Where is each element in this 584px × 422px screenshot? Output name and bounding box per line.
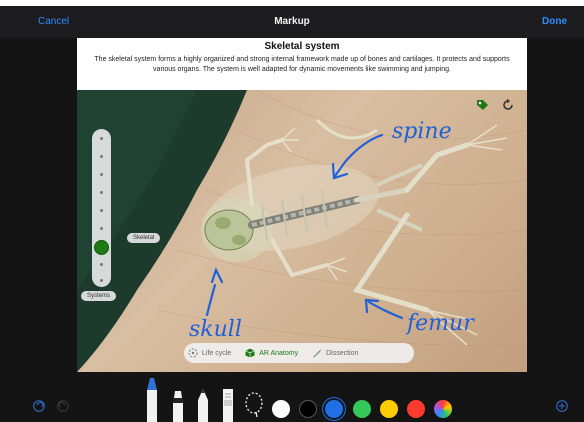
add-icon[interactable]: [556, 400, 568, 412]
segment-life-cycle[interactable]: Life cycle: [188, 348, 231, 358]
femur-annotation: femur: [405, 311, 475, 336]
eraser-tool[interactable]: [221, 388, 235, 422]
spine-annotation: spine: [392, 119, 452, 144]
slider-bottom-label: Systems: [81, 291, 117, 301]
marker-tool[interactable]: [171, 390, 185, 422]
slider-stop[interactable]: [100, 209, 103, 212]
color-yellow[interactable]: [380, 400, 398, 418]
segment-ar-anatomy[interactable]: AR Anatomy: [245, 348, 298, 358]
segment-dissection[interactable]: Dissection: [312, 348, 358, 358]
lasso-tool[interactable]: [244, 392, 264, 418]
nav-title: Markup: [274, 16, 310, 27]
ar-photo: spine skull femur Skeletal Systems Life …: [77, 90, 527, 372]
slider-stop[interactable]: [100, 191, 103, 194]
slider-stop[interactable]: [100, 279, 103, 282]
color-black[interactable]: [299, 400, 317, 418]
color-red[interactable]: [407, 400, 425, 418]
undo-icon[interactable]: [33, 400, 45, 412]
slider-stop[interactable]: [100, 227, 103, 230]
segment-label: Life cycle: [202, 349, 232, 357]
markup-document[interactable]: Skeletal system The skeletal system form…: [77, 38, 527, 372]
ar-cube-icon: [245, 348, 255, 358]
color-picker[interactable]: [434, 400, 452, 418]
system-level-slider[interactable]: [92, 129, 111, 287]
slider-stop[interactable]: [100, 263, 103, 266]
view-segmented-control: Life cycle AR Anatomy Dissection: [184, 343, 414, 363]
doc-header: Skeletal system The skeletal system form…: [77, 38, 527, 90]
slider-stop[interactable]: [100, 137, 103, 140]
doc-title: Skeletal system: [264, 41, 340, 52]
life-cycle-icon: [188, 348, 198, 358]
redo-icon[interactable]: [57, 400, 69, 412]
slider-stop[interactable]: [100, 155, 103, 158]
segment-label: AR Anatomy: [259, 349, 299, 357]
markup-nav-bar: Cancel Markup Done: [0, 6, 584, 38]
color-white[interactable]: [272, 400, 290, 418]
slider-stop[interactable]: [100, 173, 103, 176]
done-button[interactable]: Done: [542, 16, 567, 27]
color-blue-selected[interactable]: [325, 400, 343, 418]
scalpel-icon: [313, 349, 322, 358]
tag-icon[interactable]: [475, 98, 489, 112]
pen-tool[interactable]: [145, 376, 159, 422]
slider-level-label: Skeletal: [127, 233, 161, 243]
slider-knob[interactable]: [94, 240, 109, 255]
refresh-icon[interactable]: [501, 98, 515, 112]
markup-toolbar: [0, 372, 584, 422]
segment-label: Dissection: [326, 349, 359, 357]
ar-scene: spine skull femur: [77, 90, 527, 372]
doc-description: The skeletal system forms a highly organ…: [94, 56, 510, 73]
skull-annotation: skull: [189, 317, 242, 342]
color-green[interactable]: [353, 400, 371, 418]
pencil-tool[interactable]: [197, 388, 209, 422]
